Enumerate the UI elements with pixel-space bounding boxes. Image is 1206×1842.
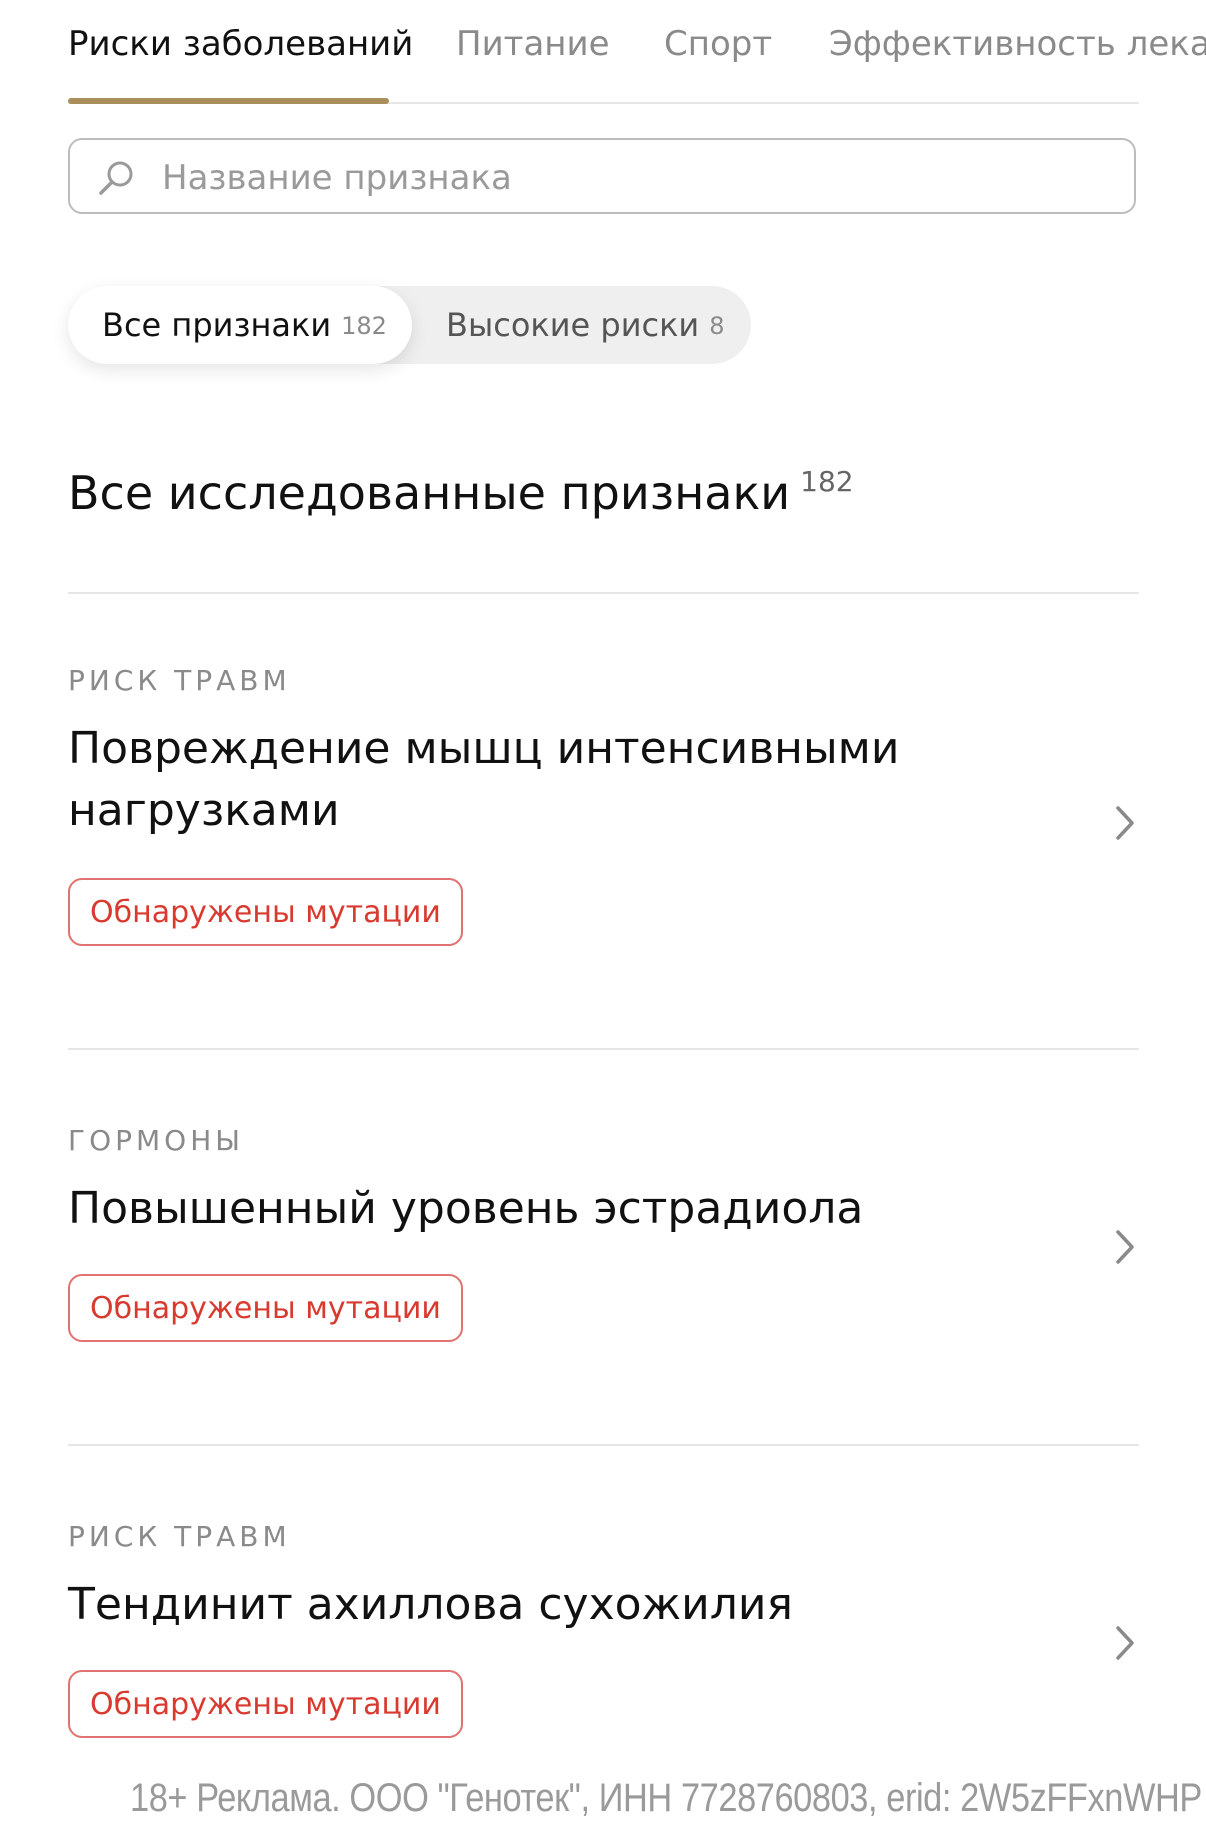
section-heading: Все исследованные признаки 182	[68, 465, 854, 520]
active-tab-indicator	[68, 98, 389, 104]
tab-sport[interactable]: Спорт	[664, 22, 772, 66]
filter-high-risks[interactable]: Высокие риски 8	[412, 286, 751, 364]
chevron-right-icon	[1116, 1230, 1134, 1264]
card-title: Повреждение мышц интенсивными нагрузками	[68, 723, 900, 836]
tab-drug-efficacy[interactable]: Эффективность лекарств	[829, 22, 1206, 66]
category-tabs: Риски заболеваний Питание Спорт Эффектив…	[0, 0, 1206, 106]
trait-card[interactable]: РИСК ТРАВМ Повреждение мышц интенсивными…	[0, 594, 1206, 1046]
filter-count: 182	[341, 312, 387, 340]
trait-card[interactable]: ГОРМОНЫ Повышенный уровень эстрадиола Об…	[0, 1050, 1206, 1442]
card-category: ГОРМОНЫ	[68, 1124, 244, 1157]
mutation-badge: Обнаружены мутации	[68, 878, 463, 946]
filter-label: Все признаки	[102, 306, 332, 344]
ad-disclaimer: 18+ Реклама. ООО "Генотек", ИНН 77287608…	[130, 1776, 1202, 1820]
mutation-badge: Обнаружены мутации	[68, 1670, 463, 1738]
filter-all-traits[interactable]: Все признаки 182	[68, 286, 412, 364]
filter-label: Высокие риски	[446, 306, 700, 344]
section-count: 182	[800, 465, 854, 498]
search-input[interactable]	[160, 148, 1104, 208]
filter-segmented-control: Все признаки 182 Высокие риски 8	[68, 286, 751, 364]
chevron-right-icon	[1116, 1626, 1134, 1660]
mutation-badge: Обнаружены мутации	[68, 1274, 463, 1342]
card-category: РИСК ТРАВМ	[68, 1520, 291, 1553]
card-title: Тендинит ахиллова сухожилия	[68, 1579, 793, 1630]
search-box[interactable]	[68, 138, 1136, 214]
section-title: Все исследованные признаки	[68, 466, 791, 520]
chevron-right-icon	[1116, 806, 1134, 840]
search-icon	[99, 161, 133, 195]
card-category: РИСК ТРАВМ	[68, 664, 291, 697]
card-title: Повышенный уровень эстрадиола	[68, 1183, 864, 1234]
trait-card[interactable]: РИСК ТРАВМ Тендинит ахиллова сухожилия О…	[0, 1446, 1206, 1746]
tab-disease-risks[interactable]: Риски заболеваний	[68, 22, 413, 66]
tab-nutrition[interactable]: Питание	[456, 22, 610, 66]
filter-count: 8	[709, 312, 725, 340]
